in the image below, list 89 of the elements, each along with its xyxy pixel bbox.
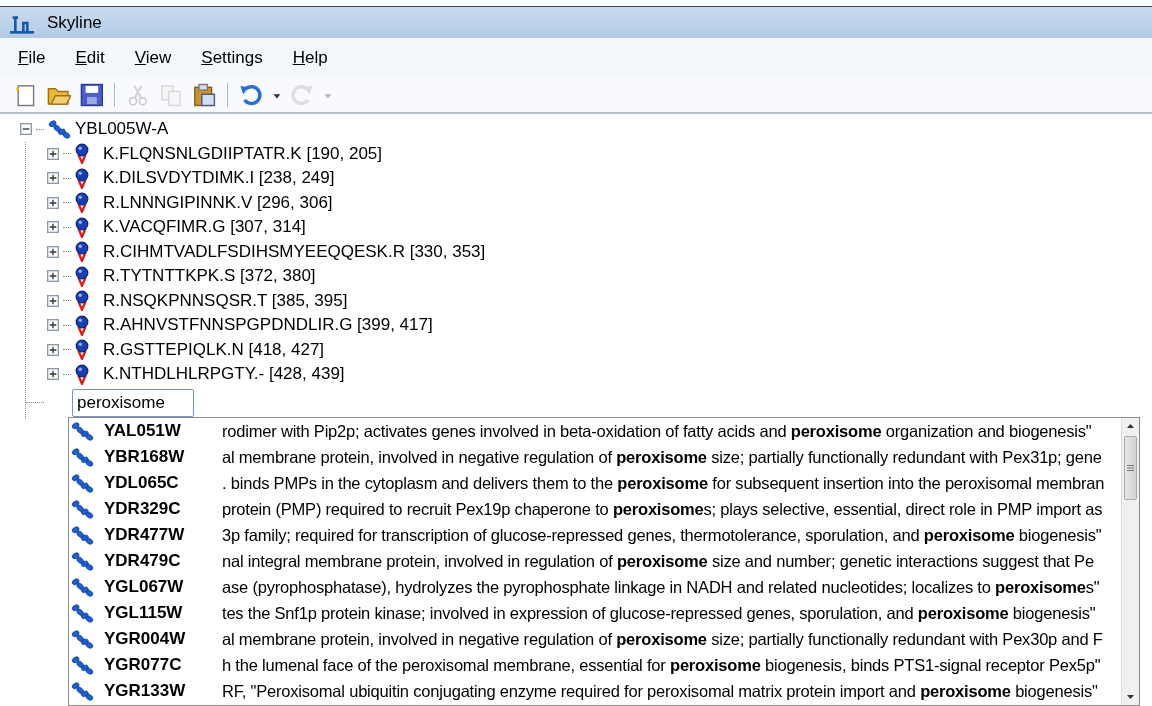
peptide-icon — [75, 241, 89, 263]
menu-item[interactable]: Edit — [75, 47, 105, 68]
protein-icon — [71, 680, 94, 702]
protein-icon — [71, 524, 94, 546]
gene-name: YAL051W — [104, 421, 182, 441]
peptide-icon — [75, 339, 89, 361]
gene-name: YGL067W — [104, 577, 185, 597]
peptide-label[interactable]: K.VACQFIMR.G [307, 314] — [103, 217, 306, 238]
completion-item[interactable]: YDR477W 3p family; required for transcription of glucose-repressed genes, thermotolerance, sporulation, and peroxisome biogenesis" — [69, 522, 1121, 548]
menu-item[interactable]: File — [18, 47, 46, 68]
expand-icon[interactable] — [47, 294, 59, 307]
expand-icon[interactable] — [47, 221, 59, 234]
gene-name: YBR168W — [104, 447, 186, 467]
completion-item[interactable]: YGR133W RF, "Peroxisomal ubiquitin conjugating enzyme required for peroxisomal matrix protein import and peroxisome biogenesis" — [69, 678, 1121, 704]
expand-icon[interactable] — [47, 245, 59, 258]
completion-item[interactable]: YDR479C nal integral membrane protein, involved in regulation of peroxisome size and number; genetic interactions suggest that Pe — [69, 548, 1121, 574]
protein-icon — [71, 550, 94, 572]
completion-item[interactable]: YDR329C protein (PMP) required to recruit Pex19p chaperone to peroxisomes; plays selective, essential, direct role in PMP import as — [69, 496, 1121, 522]
clipboard-icon[interactable] — [192, 82, 216, 107]
peptide-icon — [75, 192, 89, 214]
peptide-icon — [75, 265, 89, 287]
peptide-label[interactable]: R.CIHMTVADLFSDIHSMYEEQQESK.R [330, 353] — [103, 241, 486, 262]
gene-description: al membrane protein, involved in negative regulation of peroxisome size; partially functionally redundant with Pex30p and F — [222, 629, 1103, 649]
protein-label[interactable]: YBL005W-A — [75, 119, 169, 140]
node-edit-field[interactable]: peroxisome — [72, 388, 194, 417]
peptide-label[interactable]: K.NTHDLHLRPGTY.- [428, 439] — [103, 364, 345, 385]
completion-item[interactable]: YGL067W ase (pyrophosphatase), hydrolyzes the pyrophosphate linkage in NADH and related nucleotides; localizes to peroxisomes" — [69, 574, 1121, 600]
protein-icon — [71, 498, 94, 520]
gene-name: YGR133W — [104, 681, 187, 701]
gene-description: RF, "Peroxisomal ubiquitin conjugating enzyme required for peroxisomal matrix protein import and peroxisome biogenesis" — [222, 681, 1098, 701]
gene-description: nal integral membrane protein, involved in regulation of peroxisome size and number; genetic interactions suggest that Pe — [222, 551, 1094, 571]
peptide-label[interactable]: K.FLQNSNLGDIIPTATR.K [190, 205] — [103, 143, 383, 164]
peptide-icon — [75, 363, 89, 385]
peptide-label[interactable]: R.GSTTEPIQLK.N [418, 427] — [103, 339, 325, 360]
protein-icon — [71, 602, 94, 624]
completion-item[interactable]: YBR168W al membrane protein, involved in negative regulation of peroxisome size; partially functionally redundant with Pex31p; gene — [69, 444, 1121, 470]
protein-icon — [71, 628, 94, 650]
gene-name: YDR479C — [104, 551, 182, 571]
gene-name: YGL115W — [104, 603, 184, 623]
peptide-icon — [75, 314, 89, 336]
peptide-label[interactable]: R.TYTNTTKPK.S [372, 380] — [103, 266, 316, 287]
expand-icon[interactable] — [47, 172, 59, 185]
protein-icon — [71, 446, 94, 468]
expand-icon[interactable] — [47, 147, 59, 160]
grip-icon — [1127, 465, 1134, 471]
gene-description: 3p family; required for transcription of glucose-repressed genes, thermotolerance, sporulation, and peroxisome biogenesis" — [222, 525, 1102, 545]
peptide-label[interactable]: R.LNNNGIPINNK.V [296, 306] — [103, 192, 333, 213]
gene-name: YGR077C — [104, 655, 183, 675]
gene-description: tes the Snf1p protein kinase; involved in expression of glucose-repressed genes, sporulation, and peroxisome biogenesis" — [222, 603, 1096, 623]
menu-item[interactable]: Settings — [201, 47, 263, 68]
protein-icon — [71, 576, 94, 598]
expand-icon[interactable] — [47, 270, 59, 283]
completion-item[interactable]: YGL115W tes the Snf1p protein kinase; involved in expression of glucose-repressed genes, sporulation, and peroxisome biogenesis" — [69, 600, 1121, 626]
scroll-thumb[interactable] — [1124, 436, 1137, 500]
peptide-icon — [75, 143, 89, 165]
gene-description: protein (PMP) required to recruit Pex19p chaperone to peroxisomes; plays selective, essential, direct role in PMP import as — [222, 499, 1103, 519]
completion-item[interactable]: YDL065C . binds PMPs in the cytoplasm and delivers them to the peroxisome for subsequent insertion into the peroxisomal membran — [69, 470, 1121, 496]
expand-icon[interactable] — [47, 368, 59, 381]
protein-icon — [48, 118, 71, 140]
gene-description: rodimer with Pip2p; activates genes involved in beta-oxidation of fatty acids and peroxisome organization and biogenesis" — [222, 421, 1092, 441]
scrollbar[interactable] — [1121, 418, 1139, 705]
protein-icon — [71, 654, 94, 676]
gene-name: YDL065C — [104, 473, 180, 493]
collapse-icon[interactable] — [20, 123, 32, 136]
protein-icon — [71, 420, 94, 442]
expand-icon[interactable] — [47, 319, 59, 332]
peptide-label[interactable]: K.DILSVDYTDIMK.I [238, 249] — [103, 168, 335, 189]
undo-icon[interactable] — [238, 82, 263, 107]
menu-item[interactable]: Help — [292, 47, 328, 68]
completion-item[interactable]: YAL051W rodimer with Pip2p; activates genes involved in beta-oxidation of fatty acids and peroxisome organization and biogenesis" — [69, 418, 1121, 444]
protein-icon — [71, 472, 94, 494]
expand-icon[interactable] — [47, 343, 59, 356]
completion-item[interactable]: YGR077C h the lumenal face of the peroxisomal membrane, essential for peroxisome biogenesis, binds PTS1-signal receptor Pex5p" — [69, 652, 1121, 678]
completion-item[interactable]: YGR004W al membrane protein, involved in negative regulation of peroxisome size; partially functionally redundant with Pex30p and F — [69, 626, 1121, 652]
peptide-label[interactable]: R.AHNVSTFNNSPGPDNDLIR.G [399, 417] — [103, 315, 433, 336]
gene-description: h the lumenal face of the peroxisomal membrane, essential for peroxisome biogenesis, binds PTS1-signal receptor Pex5p" — [222, 655, 1101, 675]
peptide-icon — [75, 167, 89, 189]
menu-item[interactable]: View — [134, 47, 172, 68]
gene-name: YDR477W — [104, 525, 186, 545]
window-title: Skyline — [47, 12, 102, 33]
peptide-label[interactable]: R.NSQKPNNSQSR.T [385, 395] — [103, 290, 348, 311]
gene-name: YDR329C — [104, 499, 182, 519]
gene-name: YGR004W — [104, 629, 187, 649]
gene-description: ase (pyrophosphatase), hydrolyzes the pyrophosphate linkage in NADH and related nucleotides; localizes to peroxisomes" — [222, 577, 1100, 597]
gene-description: al membrane protein, involved in negative regulation of peroxisome size; partially functionally redundant with Pex31p; gene — [222, 447, 1102, 467]
peptide-icon — [75, 290, 89, 312]
peptide-icon — [75, 216, 89, 238]
expand-icon[interactable] — [47, 196, 59, 209]
gene-description: . binds PMPs in the cytoplasm and delivers them to the peroxisome for subsequent insertion into the peroxisomal membran — [222, 473, 1105, 493]
